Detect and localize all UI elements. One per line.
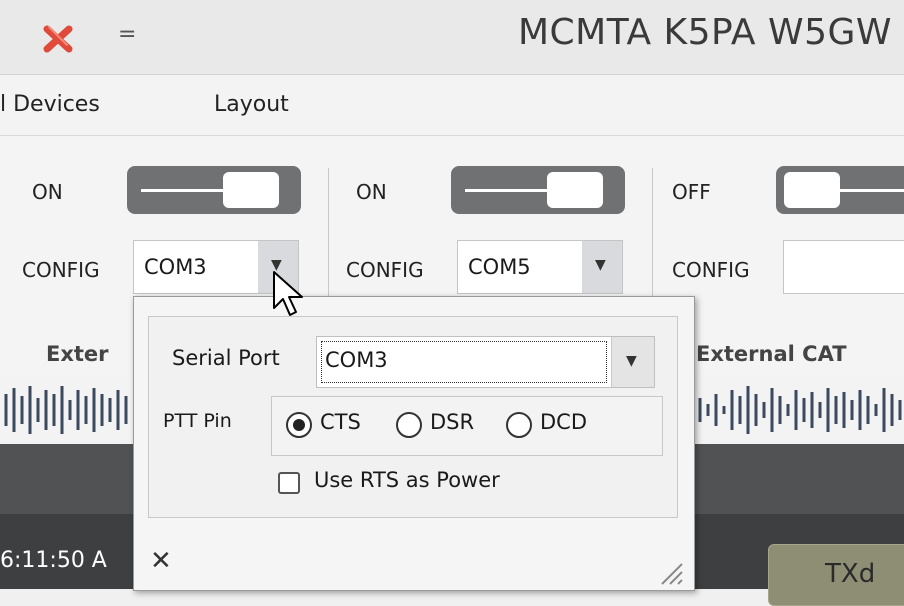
- quick-access-toolbar-icon[interactable]: =: [118, 22, 136, 47]
- clock-display: 6:11:50 A: [0, 548, 107, 573]
- device-1-config-value: COM3: [144, 255, 207, 279]
- serial-port-label: Serial Port: [172, 346, 280, 370]
- dropdown-button[interactable]: ▼: [611, 337, 654, 387]
- use-rts-label[interactable]: Use RTS as Power: [314, 468, 500, 492]
- radio-dsr[interactable]: [396, 412, 422, 438]
- menu-bar: [0, 75, 904, 136]
- device-2-toggle[interactable]: [451, 166, 625, 214]
- serial-port-value: COM3: [325, 348, 388, 372]
- mouse-cursor-icon: [273, 271, 303, 316]
- use-rts-checkbox[interactable]: [278, 472, 300, 494]
- device-1-config-label: CONFIG: [22, 258, 100, 282]
- device-2-config-value: COM5: [468, 255, 531, 279]
- radio-dcd-label[interactable]: DCD: [540, 410, 587, 434]
- chevron-down-icon: ▼: [595, 257, 606, 273]
- device-3-toggle[interactable]: [776, 166, 904, 214]
- radio-dcd[interactable]: [506, 412, 532, 438]
- device-1-section-label: Exter: [46, 342, 109, 366]
- menu-item-devices[interactable]: l Devices: [0, 92, 100, 117]
- radio-dsr-label[interactable]: DSR: [430, 410, 474, 434]
- device-3-state-label: OFF: [672, 180, 711, 204]
- window-title: MCMTA K5PA W5GW: [517, 12, 892, 53]
- dropdown-button[interactable]: ▼: [582, 241, 622, 293]
- device-2-config-label: CONFIG: [346, 258, 424, 282]
- device-3-section-label: External CAT: [696, 342, 847, 366]
- radio-cts[interactable]: [286, 412, 312, 438]
- popup-close-icon[interactable]: ✕: [150, 546, 172, 576]
- serial-port-combo[interactable]: COM3 ▼: [316, 336, 655, 388]
- close-x-icon[interactable]: [40, 20, 76, 56]
- txd-button[interactable]: TXd: [768, 544, 904, 606]
- device-2-config-combo[interactable]: COM5 ▼: [457, 240, 623, 294]
- menu-item-layout[interactable]: Layout: [214, 92, 289, 117]
- txd-label: TXd: [825, 559, 876, 589]
- device-2-state-label: ON: [356, 180, 387, 204]
- device-1-state-label: ON: [32, 180, 63, 204]
- device-3-config-label: CONFIG: [672, 258, 750, 282]
- radio-cts-label[interactable]: CTS: [320, 410, 361, 434]
- resize-grip-icon[interactable]: [654, 556, 684, 586]
- device-3-config-combo[interactable]: [783, 240, 904, 294]
- chevron-down-icon: ▼: [626, 353, 637, 369]
- device-1-toggle[interactable]: [127, 166, 301, 214]
- ptt-pin-label: PTT Pin: [163, 410, 232, 432]
